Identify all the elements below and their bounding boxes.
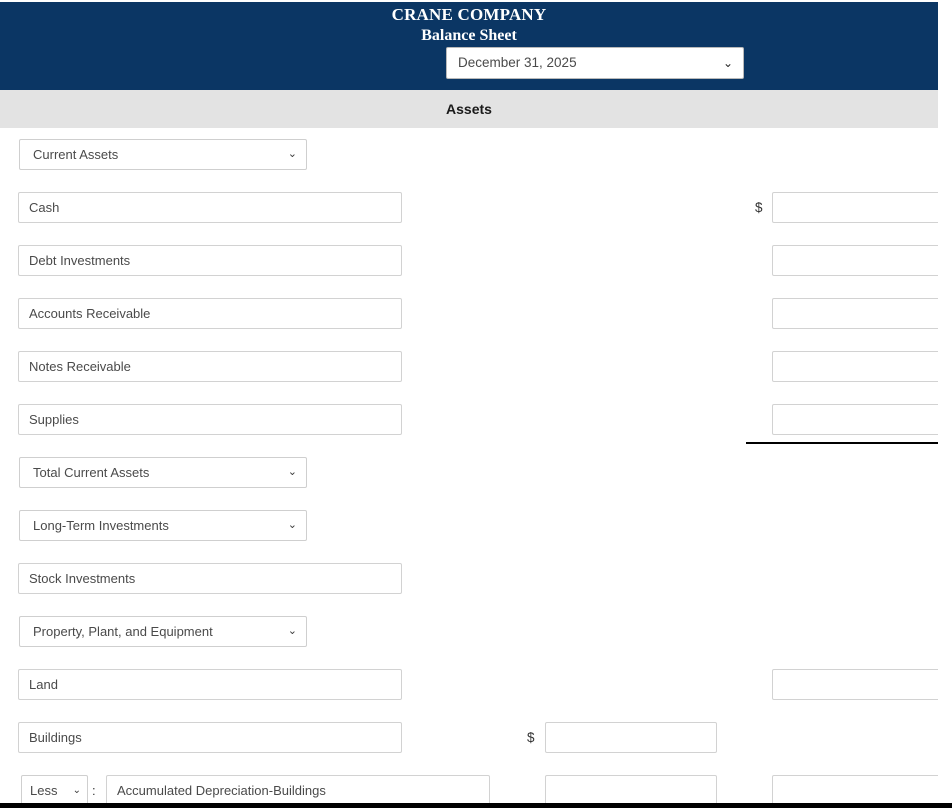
amount-input-right-debt-investments[interactable]: [772, 245, 952, 276]
account-name-input-debt-investments[interactable]: Debt Investments: [18, 245, 402, 276]
amount-input-middle-buildings[interactable]: [545, 722, 717, 753]
account-group-value: Property, Plant, and Equipment: [33, 624, 213, 639]
contra-prefix-select-accumulated-depreciation-buildings[interactable]: Less ⌄: [21, 775, 88, 806]
account-group-value: Current Assets: [33, 147, 119, 162]
balance-sheet-row: Stock Investments: [0, 552, 952, 605]
account-group-select-long-term-investments[interactable]: Long-Term Investments ⌄: [19, 510, 307, 541]
statement-date-select-wrap: December 31, 2025 ⌄: [446, 47, 744, 79]
contra-prefix-value: Less: [30, 783, 58, 798]
balance-sheet-row: Cash $: [0, 181, 952, 234]
amount-input-right-accounts-receivable[interactable]: [772, 298, 952, 329]
balance-sheet-row: Total Current Assets ⌄: [0, 446, 952, 499]
amount-input-right-accumulated-depreciation-buildings[interactable]: [772, 775, 952, 806]
chevron-down-icon: ⌄: [287, 466, 297, 478]
balance-sheet-row: Supplies: [0, 393, 952, 446]
chevron-down-icon: ⌄: [287, 519, 297, 531]
amount-input-right-notes-receivable[interactable]: [772, 351, 952, 382]
statement-title: Balance Sheet: [421, 27, 517, 44]
account-group-value: Total Current Assets: [33, 465, 150, 480]
statement-date-value: December 31, 2025: [458, 55, 577, 70]
balance-sheet-row: Debt Investments: [0, 234, 952, 287]
amount-input-middle-accumulated-depreciation-buildings[interactable]: [545, 775, 717, 806]
company-name: CRANE COMPANY: [391, 5, 547, 24]
account-group-select-current-assets[interactable]: Current Assets ⌄: [19, 139, 307, 170]
account-name-input-supplies[interactable]: Supplies: [18, 404, 402, 435]
balance-sheet-page: CRANE COMPANY Balance Sheet December 31,…: [0, 0, 952, 808]
chevron-down-icon: ⌄: [287, 148, 297, 160]
dollar-sign-middle: $: [527, 730, 535, 745]
balance-sheet-row: Accounts Receivable: [0, 287, 952, 340]
balance-sheet-row: Long-Term Investments ⌄: [0, 499, 952, 552]
account-name-input-notes-receivable[interactable]: Notes Receivable: [18, 351, 402, 382]
amount-input-right-land[interactable]: [772, 669, 952, 700]
right-gutter: [938, 0, 952, 808]
assets-section-band: Assets: [0, 90, 938, 128]
statement-date-select[interactable]: December 31, 2025 ⌄: [446, 47, 744, 79]
contra-colon-separator: :: [92, 783, 96, 798]
balance-sheet-row: Notes Receivable: [0, 340, 952, 393]
account-group-select-property-plant-and-equipment[interactable]: Property, Plant, and Equipment ⌄: [19, 616, 307, 647]
account-name-input-accounts-receivable[interactable]: Accounts Receivable: [18, 298, 402, 329]
chevron-down-icon: ⌄: [72, 785, 81, 796]
account-group-value: Long-Term Investments: [33, 518, 169, 533]
account-name-input-stock-investments[interactable]: Stock Investments: [18, 563, 402, 594]
balance-sheet-row: Land: [0, 658, 952, 711]
balance-sheet-rows: Current Assets ⌄ Cash $ Debt Investments Acco…: [0, 128, 952, 808]
account-name-input-cash[interactable]: Cash: [18, 192, 402, 223]
balance-sheet-row: Buildings $: [0, 711, 952, 764]
subtotal-rule: [746, 442, 952, 444]
chevron-down-icon: ⌄: [287, 625, 297, 637]
account-name-input-accumulated-depreciation-buildings[interactable]: Accumulated Depreciation-Buildings: [106, 775, 490, 806]
balance-sheet-row: Less ⌄: Accumulated Depreciation-Buildings: [0, 764, 952, 808]
account-group-select-total-current-assets[interactable]: Total Current Assets ⌄: [19, 457, 307, 488]
balance-sheet-row: Property, Plant, and Equipment ⌄: [0, 605, 952, 658]
account-name-input-buildings[interactable]: Buildings: [18, 722, 402, 753]
balance-sheet-row: Current Assets ⌄: [0, 128, 952, 181]
assets-section-label: Assets: [446, 101, 492, 117]
dollar-sign-right: $: [755, 200, 763, 215]
viewport-bottom-cut: [0, 803, 952, 808]
chevron-down-icon: ⌄: [722, 56, 733, 70]
amount-input-right-supplies[interactable]: [772, 404, 952, 435]
account-name-input-land[interactable]: Land: [18, 669, 402, 700]
amount-input-right-cash[interactable]: [772, 192, 952, 223]
